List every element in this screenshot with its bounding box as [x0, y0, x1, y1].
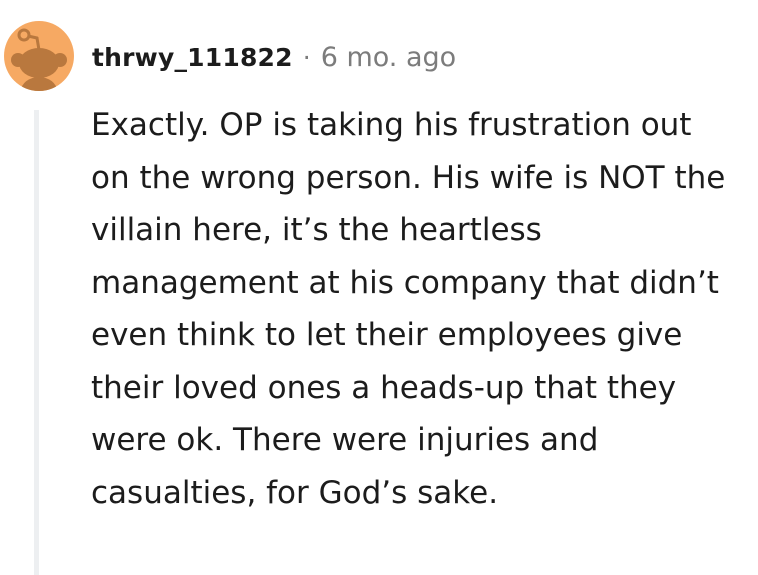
meta-separator: · [302, 42, 311, 72]
thread-collapse-line[interactable] [34, 110, 39, 575]
comment-meta: thrwy_111822 · 6 mo. ago [92, 38, 456, 76]
comment: thrwy_111822 · 6 mo. ago Exactly. OP is … [0, 0, 758, 575]
comment-body: Exactly. OP is taking his frustration ou… [91, 107, 726, 511]
snoo-avatar-icon [4, 21, 74, 91]
user-avatar[interactable] [4, 21, 74, 91]
comment-timestamp[interactable]: 6 mo. ago [321, 42, 456, 73]
username-link[interactable]: thrwy_111822 [92, 43, 293, 72]
